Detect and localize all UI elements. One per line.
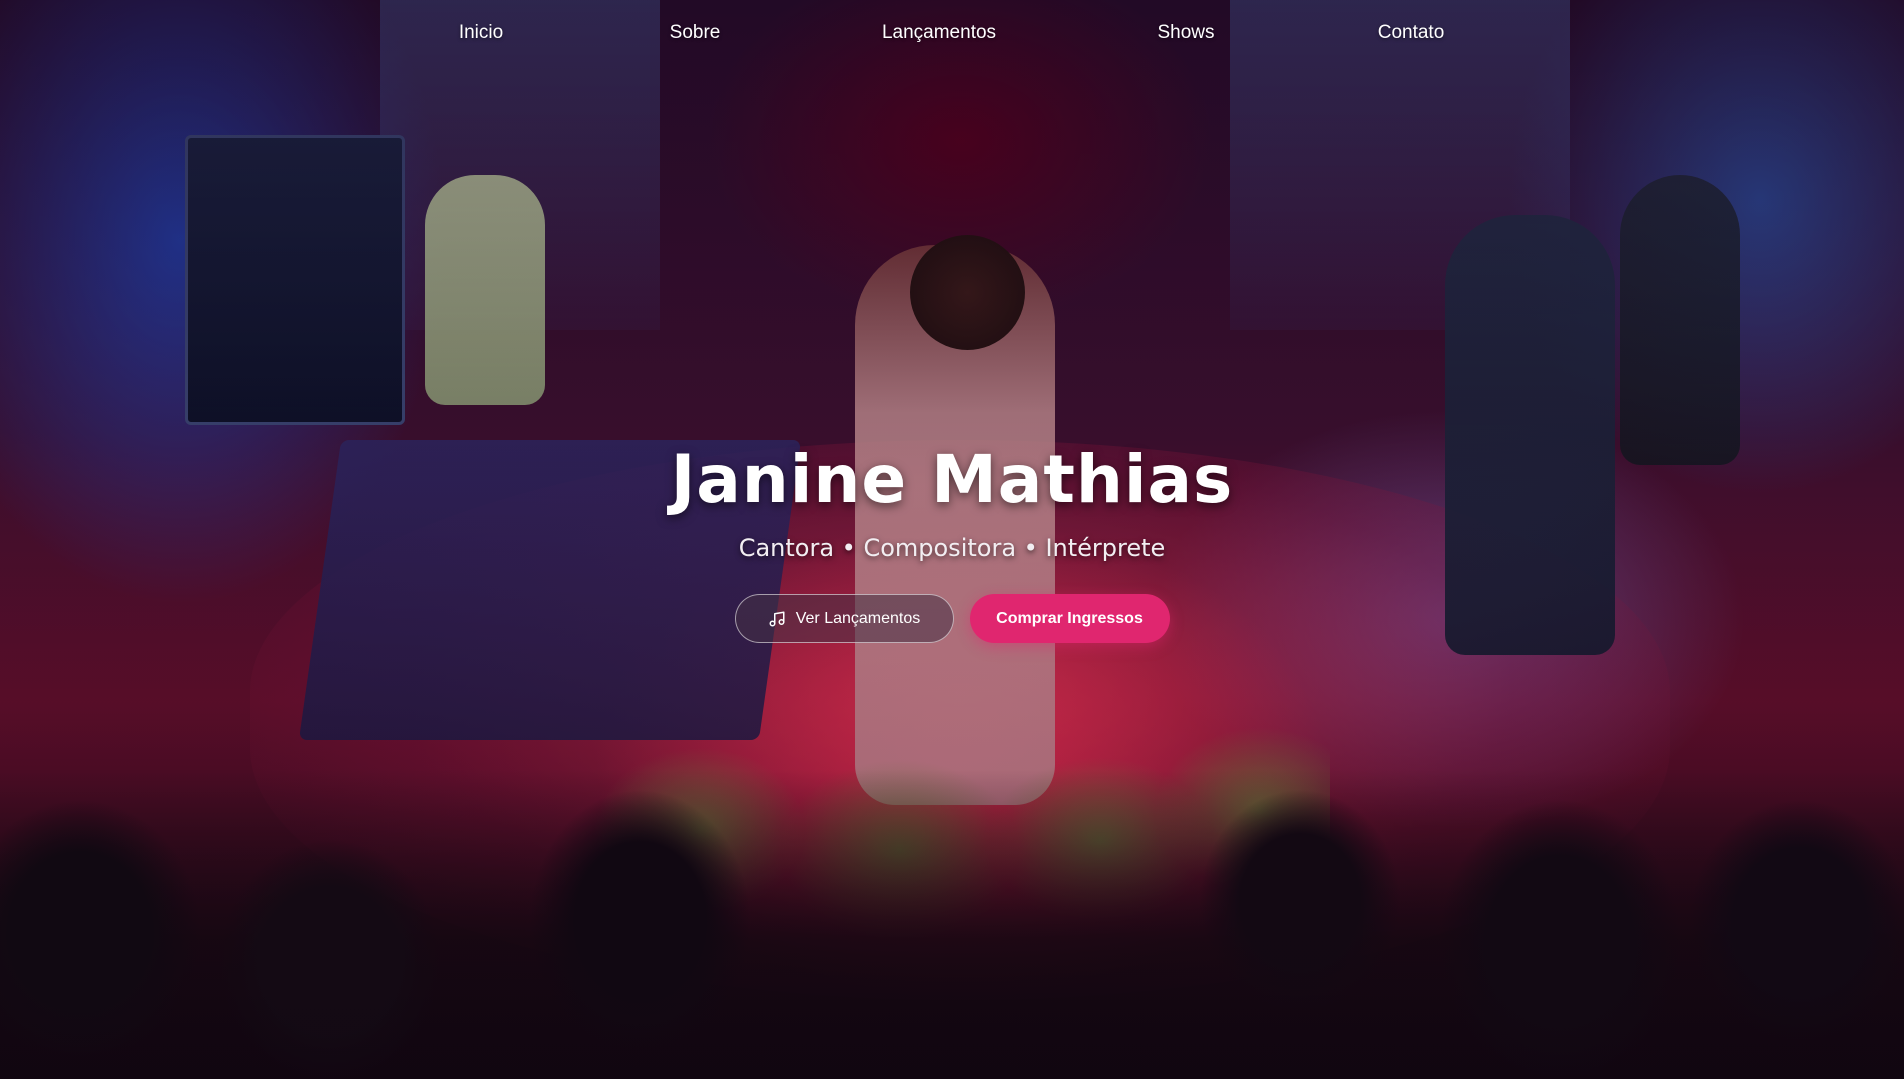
nav-link-sobre[interactable]: Sobre [670, 22, 721, 44]
artist-name-title: Janine Mathias [670, 441, 1234, 518]
view-releases-label: Ver Lançamentos [795, 609, 921, 627]
music-note-icon [768, 610, 786, 628]
view-releases-button[interactable]: Ver Lançamentos [734, 594, 954, 643]
hero-section: Inicio Sobre Lançamentos Shows Contato J… [0, 0, 1904, 1079]
artist-roles-subtitle: Cantora • Compositora • Intérprete [738, 534, 1166, 562]
nav-link-shows[interactable]: Shows [1157, 22, 1214, 44]
buy-tickets-button[interactable]: Comprar Ingressos [969, 594, 1170, 643]
buy-tickets-label: Comprar Ingressos [996, 609, 1143, 627]
main-navigation: Inicio Sobre Lançamentos Shows Contato [0, 22, 1904, 48]
nav-link-inicio[interactable]: Inicio [459, 22, 503, 44]
hero-content: Janine Mathias Cantora • Compositora • I… [0, 440, 1904, 643]
nav-link-lancamentos[interactable]: Lançamentos [882, 22, 996, 44]
nav-link-contato[interactable]: Contato [1378, 22, 1445, 44]
hero-actions: Ver Lançamentos Comprar Ingressos [0, 594, 1904, 643]
